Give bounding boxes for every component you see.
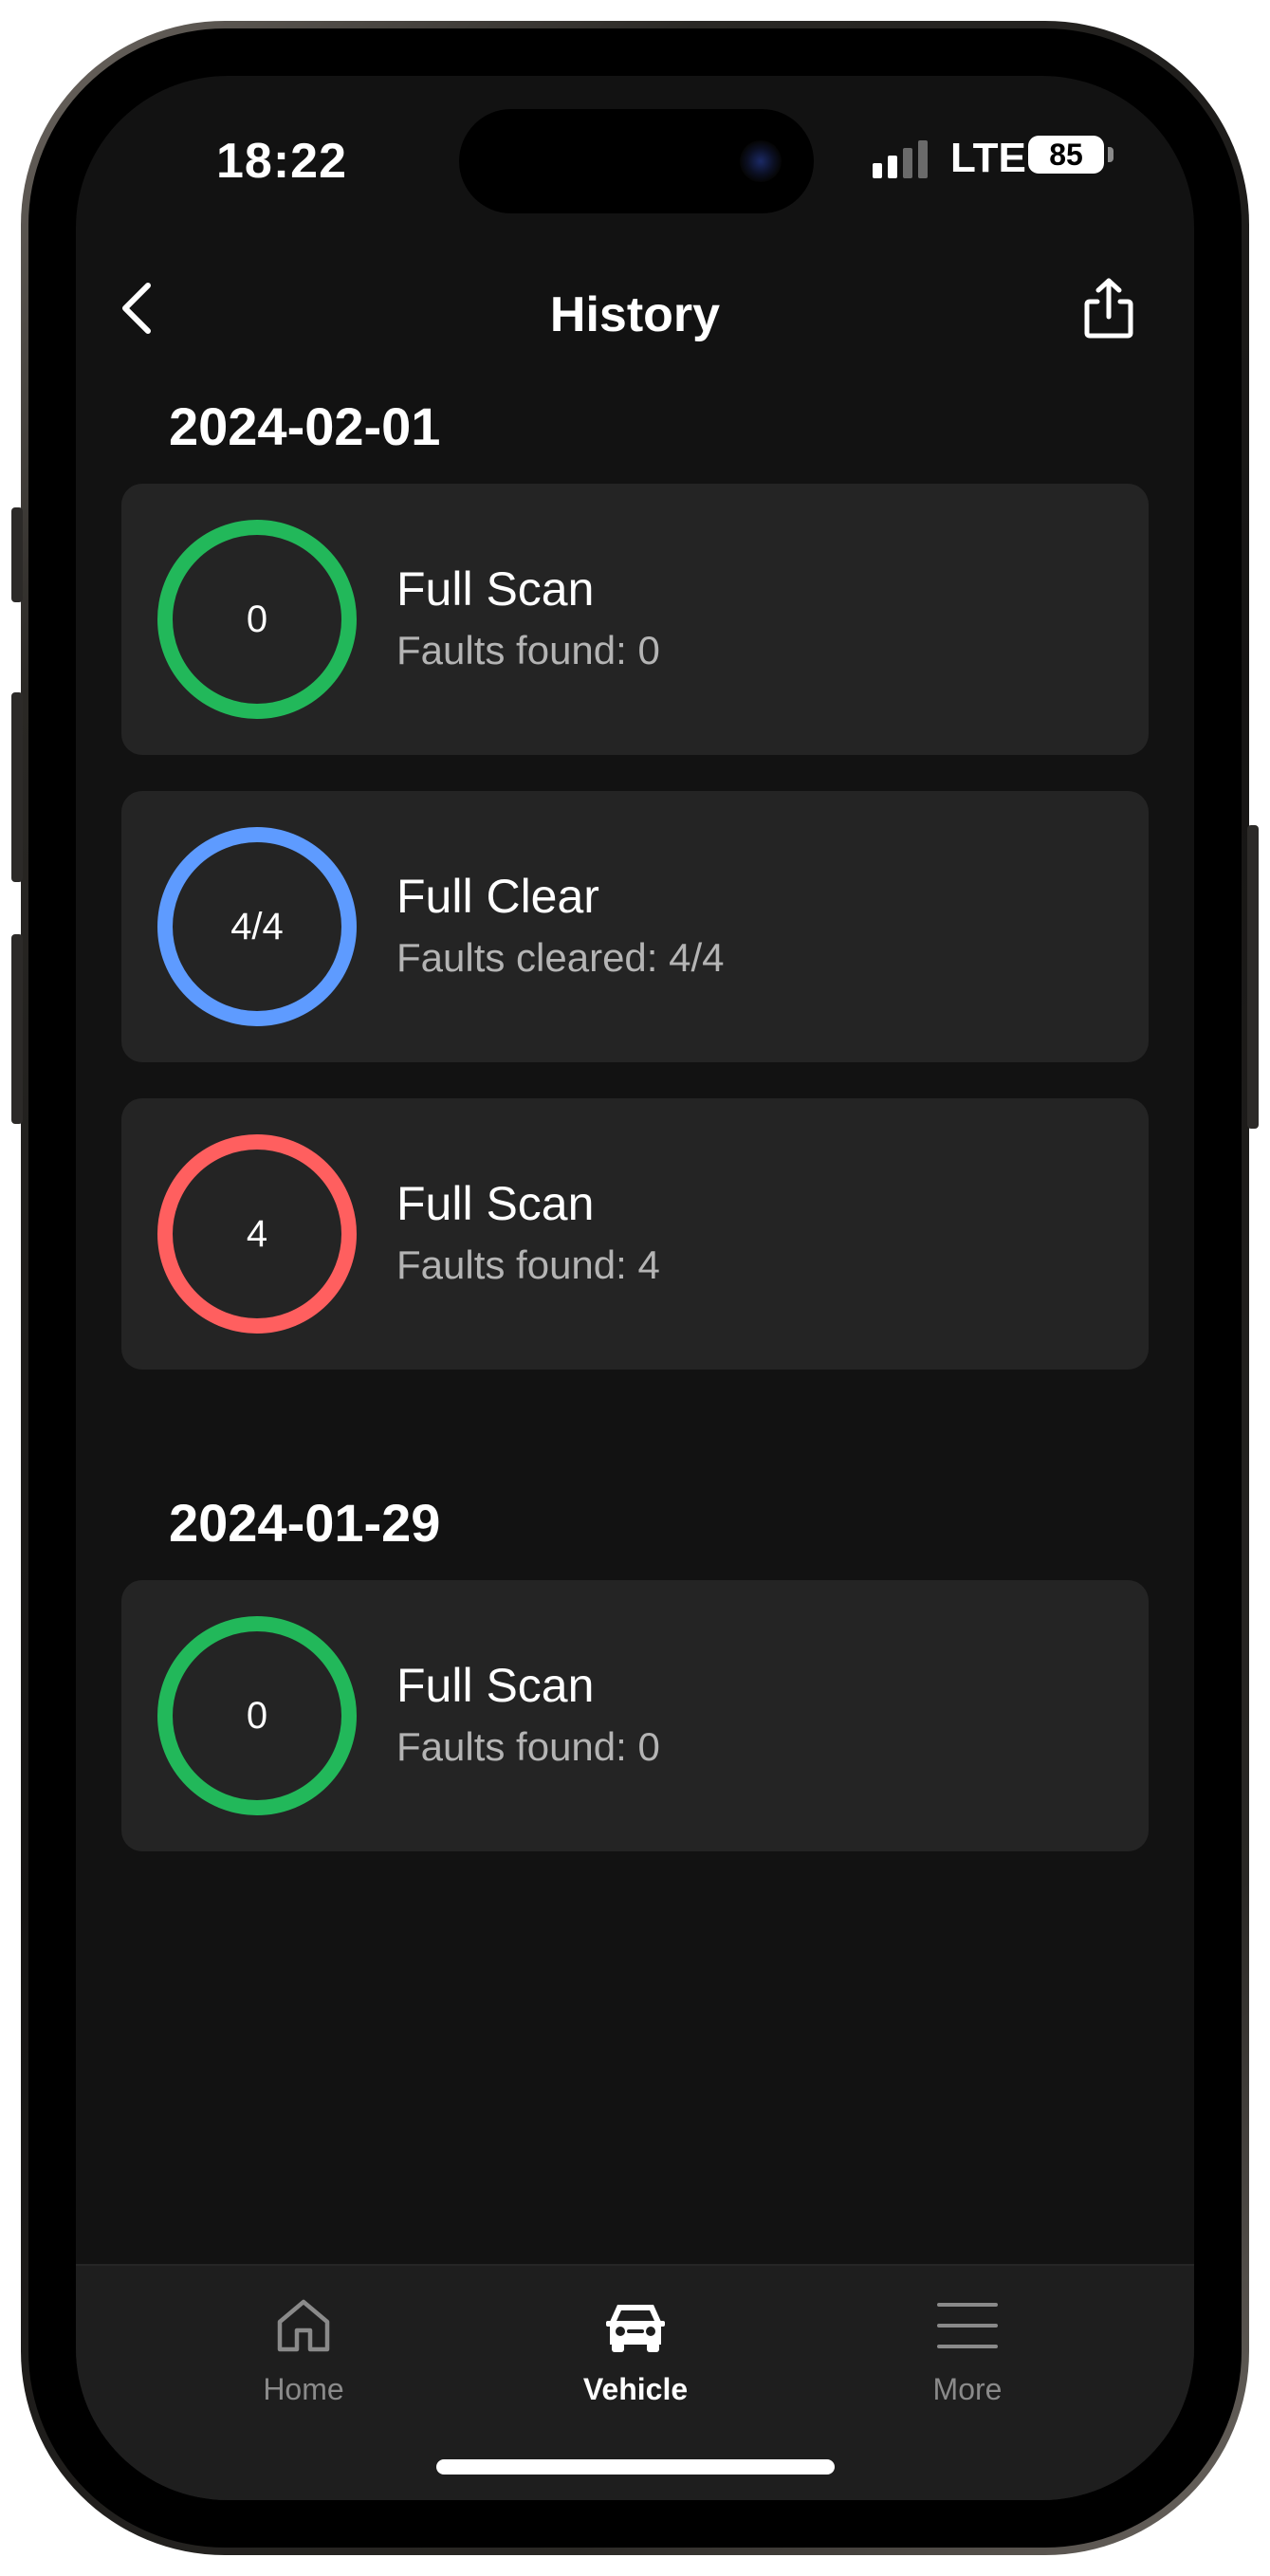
battery-icon: 85	[1028, 136, 1104, 174]
tab-more[interactable]: More	[825, 2292, 1110, 2435]
battery-cap	[1108, 147, 1114, 162]
volume-up-button	[11, 692, 23, 882]
history-entry[interactable]: 4 Full Scan Faults found: 4	[121, 1098, 1149, 1370]
entry-title: Full Clear	[396, 870, 599, 923]
status-ring: 0	[157, 1616, 357, 1815]
signal-strength-icon	[873, 140, 928, 178]
dynamic-island	[459, 109, 814, 213]
car-icon	[602, 2292, 669, 2359]
status-ring: 0	[157, 520, 357, 719]
date-heading: 2024-01-29	[169, 1493, 441, 1553]
menu-icon	[934, 2292, 1001, 2359]
share-button[interactable]	[1061, 261, 1156, 356]
entry-title: Full Scan	[396, 1659, 595, 1712]
action-button	[11, 507, 23, 602]
entry-subtitle: Faults found: 0	[396, 1724, 660, 1769]
tab-label-home: Home	[263, 2372, 344, 2406]
tab-label-vehicle: Vehicle	[582, 2372, 689, 2406]
status-ring: 4/4	[157, 827, 357, 1026]
status-time: 18:22	[216, 134, 347, 189]
entry-title: Full Scan	[396, 1177, 595, 1230]
tab-home[interactable]: Home	[161, 2292, 446, 2435]
screen: 18:22 LTE 85 History 2024-02-01 0 Full S…	[76, 76, 1194, 2500]
tab-label-more: More	[932, 2372, 1003, 2406]
entry-subtitle: Faults cleared: 4/4	[396, 935, 725, 980]
battery-level: 85	[1049, 137, 1083, 172]
volume-down-button	[11, 934, 23, 1124]
share-icon	[1084, 278, 1133, 339]
nav-bar: History	[76, 247, 1194, 370]
history-entry[interactable]: 0 Full Scan Faults found: 0	[121, 1580, 1149, 1851]
entry-subtitle: Faults found: 0	[396, 628, 660, 672]
tab-vehicle[interactable]: Vehicle	[493, 2292, 778, 2435]
entry-title: Full Scan	[396, 562, 595, 616]
power-button	[1247, 825, 1259, 1129]
network-type: LTE	[950, 135, 1026, 181]
status-bar: 18:22 LTE 85	[76, 76, 1194, 237]
home-icon	[270, 2292, 337, 2359]
front-camera-icon	[740, 140, 782, 182]
history-entry[interactable]: 4/4 Full Clear Faults cleared: 4/4	[121, 791, 1149, 1062]
status-ring: 4	[157, 1134, 357, 1334]
entry-subtitle: Faults found: 4	[396, 1242, 660, 1287]
history-entry[interactable]: 0 Full Scan Faults found: 0	[121, 484, 1149, 755]
page-title: History	[549, 287, 721, 342]
history-list: 2024-02-01 0 Full Scan Faults found: 0 4…	[76, 370, 1194, 1887]
date-heading: 2024-02-01	[169, 396, 441, 456]
home-indicator[interactable]	[436, 2459, 835, 2475]
